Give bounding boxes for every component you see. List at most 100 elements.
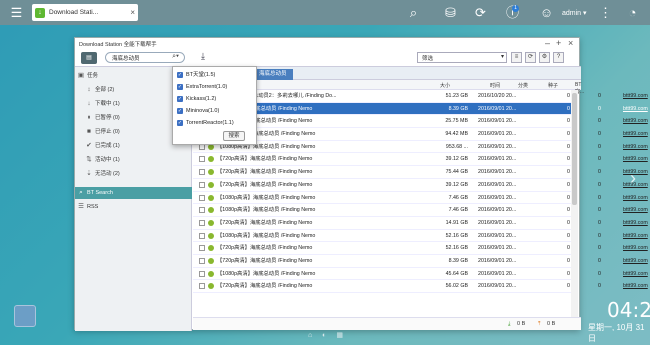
- search-dropdown-icon[interactable]: ⌕▾: [172, 53, 179, 61]
- sidebar-item-rss[interactable]: ☰ RSS: [75, 201, 192, 213]
- table-row[interactable]: 【720p高清】海底总动员 /Finding Nemo 39.12 GB 2016/…: [193, 179, 648, 192]
- sidebar-item-active[interactable]: ⇅ 活动中 (1): [75, 154, 192, 166]
- row-time: 2016/09/01 20...: [478, 283, 517, 290]
- row-site-link[interactable]: bttt99.com: [623, 217, 648, 229]
- header-time[interactable]: 时间: [490, 82, 500, 89]
- user-menu[interactable]: admin ▾: [562, 9, 587, 17]
- search-icon[interactable]: ⌕: [405, 4, 422, 21]
- engine-option[interactable]: ✓ Mininova(1.0): [177, 106, 219, 116]
- row-site-link[interactable]: bttt99.com: [623, 115, 648, 127]
- header-category[interactable]: 分类: [518, 82, 528, 89]
- recycle-bin-icon[interactable]: [14, 305, 36, 327]
- torrent-icon: [208, 245, 214, 252]
- table-row[interactable]: 【720p高清】海底总动员 /Finding Nemo 8.39 GB 2016/0…: [193, 255, 648, 268]
- sidebar-toggle-icon[interactable]: ▤: [81, 52, 97, 64]
- dock-icons[interactable]: ⌂ ◐ ▦: [308, 331, 347, 339]
- row-site-link[interactable]: bttt99.com: [623, 90, 648, 102]
- row-checkbox[interactable]: [199, 232, 205, 239]
- row-size: 8.39 GB: [448, 105, 468, 112]
- row-peers: 0: [598, 169, 601, 176]
- table-row[interactable]: 【1080p高清】海底总动员 /Finding Nemo 7.46 GB 2016/…: [193, 204, 648, 217]
- engine-option[interactable]: ✓ Kickass(1.2): [177, 94, 216, 104]
- row-checkbox[interactable]: [199, 219, 205, 226]
- row-size: 51.23 GB: [445, 93, 468, 99]
- row-time: 2016/09/01 20...: [478, 194, 517, 201]
- search-input[interactable]: 海底总动员 ⌕▾: [105, 52, 185, 63]
- row-site-link[interactable]: bttt99.com: [623, 103, 648, 115]
- row-site-link[interactable]: bttt99.com: [623, 230, 648, 242]
- engine-option[interactable]: ✓ BT天堂(1.5): [177, 70, 215, 80]
- row-peers: 0: [598, 270, 601, 277]
- row-site-link[interactable]: bttt99.com: [623, 280, 648, 292]
- table-row[interactable]: 【720p高清】海底总动员 /Finding Nemo 52.16 GB 2016/…: [193, 242, 648, 255]
- menu-icon[interactable]: ☰: [8, 4, 25, 21]
- table-row[interactable]: 【1080p高清】海底总动员 /Finding Nemo 52.16 GB 2016…: [193, 230, 648, 243]
- row-site-link[interactable]: bttt99.com: [623, 128, 648, 140]
- table-row[interactable]: 【1080p高清】海底总动员 /Finding Nemo 7.46 GB 2016/…: [193, 192, 648, 205]
- row-site-link[interactable]: bttt99.com: [623, 192, 648, 204]
- stop-icon: ■: [87, 128, 91, 135]
- checkbox-checked-icon[interactable]: ✓: [177, 119, 183, 126]
- vertical-scrollbar[interactable]: [571, 90, 578, 318]
- sidebar-item-inactive[interactable]: ⇣ 无活动 (2): [75, 168, 192, 180]
- row-site-link[interactable]: bttt99.com: [623, 242, 648, 254]
- row-seeds: 0: [567, 232, 570, 239]
- desktop-clock: 04:21: [607, 298, 650, 322]
- row-peers: 0: [598, 143, 601, 150]
- minimize-button[interactable]: –: [545, 38, 550, 48]
- dashboard-icon[interactable]: ◔: [624, 4, 641, 21]
- row-checkbox[interactable]: [199, 207, 205, 214]
- row-time: 2016/09/01 20...: [478, 156, 517, 163]
- row-size: 39.12 GB: [445, 181, 468, 188]
- list-view-button[interactable]: ≡: [511, 52, 522, 63]
- checkbox-checked-icon[interactable]: ✓: [177, 95, 183, 102]
- row-checkbox[interactable]: [199, 156, 205, 163]
- row-name: 【720p高清】海底总动员 /Finding Nemo: [217, 245, 313, 252]
- close-icon[interactable]: ×: [130, 8, 135, 17]
- scrollbar-thumb[interactable]: [572, 93, 577, 205]
- torrent-icon: [208, 232, 214, 239]
- row-site-link[interactable]: bttt99.com: [623, 255, 648, 267]
- row-checkbox[interactable]: [199, 270, 205, 277]
- close-window-button[interactable]: ×: [568, 38, 573, 48]
- row-site-link[interactable]: bttt99.com: [623, 153, 648, 165]
- user-icon[interactable]: ☺: [538, 4, 555, 21]
- tab-search-result[interactable]: 海底总动员: [253, 69, 293, 80]
- row-checkbox[interactable]: [199, 283, 205, 290]
- inactive-icon: ⇣: [86, 170, 92, 177]
- row-checkbox[interactable]: [199, 169, 205, 176]
- search-button[interactable]: 搜索: [223, 131, 245, 141]
- table-row[interactable]: 【720p高清】海底总动员 /Finding Nemo 75.44 GB 2016/…: [193, 166, 648, 179]
- row-checkbox[interactable]: [199, 245, 205, 252]
- table-row[interactable]: 【720p高清】海底总动员 /Finding Nemo 14.91 GB 2016/…: [193, 217, 648, 230]
- table-row[interactable]: 【1080p高清】海底总动员 /Finding Nemo 45.64 GB 2016…: [193, 268, 648, 281]
- checkbox-checked-icon[interactable]: ✓: [177, 83, 183, 90]
- row-site-link[interactable]: bttt99.com: [623, 204, 648, 216]
- more-icon[interactable]: ⋮: [597, 4, 614, 21]
- sync-icon[interactable]: ⟳: [472, 4, 489, 21]
- maximize-button[interactable]: +: [556, 38, 561, 48]
- filter-select[interactable]: 筛选 ▾: [417, 52, 507, 63]
- checkbox-checked-icon[interactable]: ✓: [177, 107, 183, 114]
- app-tab-download-station[interactable]: ↓ Download Stati... ×: [32, 4, 138, 21]
- engine-option[interactable]: ✓ TorrentReactor(1.1): [177, 118, 234, 128]
- engine-option[interactable]: ✓ ExtraTorrent(1.0): [177, 82, 227, 92]
- row-site-link[interactable]: bttt99.com: [623, 268, 648, 280]
- row-checkbox[interactable]: [199, 181, 205, 188]
- row-site-link[interactable]: bttt99.com: [623, 141, 648, 153]
- row-time: 2016/09/01 20...: [478, 219, 517, 226]
- checkbox-checked-icon[interactable]: ✓: [177, 71, 183, 78]
- row-checkbox[interactable]: [199, 194, 205, 201]
- refresh-button[interactable]: ⟳: [525, 52, 536, 63]
- row-checkbox[interactable]: [199, 257, 205, 264]
- add-download-icon[interactable]: ⤓: [201, 51, 205, 62]
- header-size[interactable]: 大小: [440, 82, 450, 89]
- sidebar-item-bt-search[interactable]: ⌕ BT Search: [75, 187, 192, 199]
- chevron-right-icon[interactable]: ›: [630, 168, 636, 189]
- table-row[interactable]: 【720p高清】海底总动员 /Finding Nemo 39.12 GB 2016/…: [193, 153, 648, 167]
- table-row[interactable]: 【720p高清】海底总动员 /Finding Nemo 56.02 GB 2016/…: [193, 280, 648, 293]
- help-button[interactable]: ?: [553, 52, 564, 63]
- tasks-icon[interactable]: ⛁: [442, 4, 459, 21]
- settings-button[interactable]: ⚙: [539, 52, 550, 63]
- header-seeds[interactable]: 种子: [548, 82, 558, 89]
